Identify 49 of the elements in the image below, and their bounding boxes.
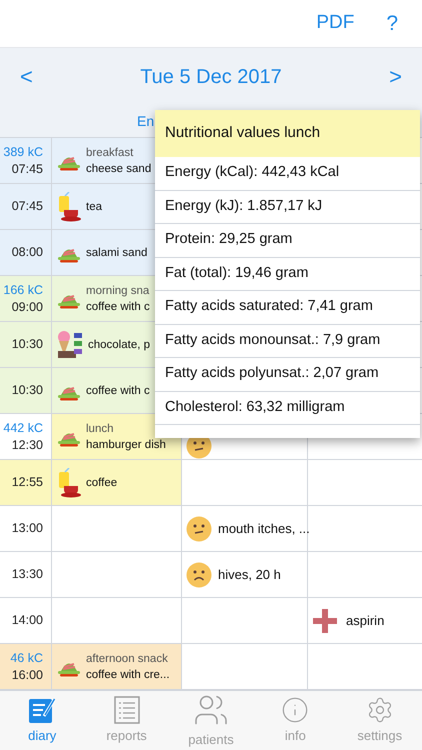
food-item: coffee with c [86,384,150,398]
kcal-text: 166 kC [3,282,43,298]
food-item: hamburger dish [86,438,166,452]
time-text: 12:55 [12,474,43,491]
time-text: 10:30 [12,336,43,353]
time-text: 12:30 [12,436,43,454]
symptom-text: mouth itches, ... [218,520,310,538]
help-button[interactable]: ? [386,8,398,40]
cross-icon [312,608,338,634]
time-text: 10:30 [12,382,43,399]
food-item: tea [86,200,102,214]
food-cell[interactable]: afternoon snack coffee with cre... [52,644,182,689]
food-cell[interactable]: coffee [52,460,182,505]
food-item: coffee with c [86,300,150,314]
kcal-text: 389 kC [3,144,43,160]
food-item: salami sand [86,246,148,260]
medication-text: aspirin [346,612,384,630]
symptom-cell[interactable]: hives, 20 h [182,552,308,597]
worried-face-icon [186,562,212,588]
time-text: 07:45 [12,160,43,178]
symptom-cell[interactable]: mouth itches, ... [182,506,308,551]
meal-name: lunch [86,422,114,436]
confused-face-icon [186,516,212,542]
time-text: 07:45 [12,198,43,215]
time-text: 16:00 [12,666,43,684]
kcal-text: 46 kC [10,650,43,666]
symptom-text: hives, 20 h [218,566,281,584]
food-item: coffee with cre... [86,668,170,682]
food-item: cheese sand [86,162,152,176]
time-text: 09:00 [12,298,43,316]
medication-cell[interactable]: aspirin [308,598,422,643]
food-item: chocolate, p [88,338,150,352]
meal-name: morning sna [86,284,150,298]
time-text: 14:00 [12,612,43,629]
list-document-icon [114,696,140,724]
date-title: Tue 5 Dec 2017 [140,64,282,90]
kcal-text: 442 kC [3,420,43,436]
sweets-icon [56,328,84,360]
time-text: 08:00 [12,244,43,261]
info-icon [281,696,310,724]
meal-name: breakfast [86,146,134,160]
time-text: 13:30 [12,566,43,583]
drink-and-cup-icon [56,468,82,498]
food-item: coffee [86,476,118,490]
drink-and-cup-icon [56,192,82,222]
energy-summary: En [137,112,154,130]
time-text: 13:00 [12,520,43,537]
meal-name: afternoon snack [86,652,169,666]
pdf-button[interactable]: PDF [316,9,354,38]
